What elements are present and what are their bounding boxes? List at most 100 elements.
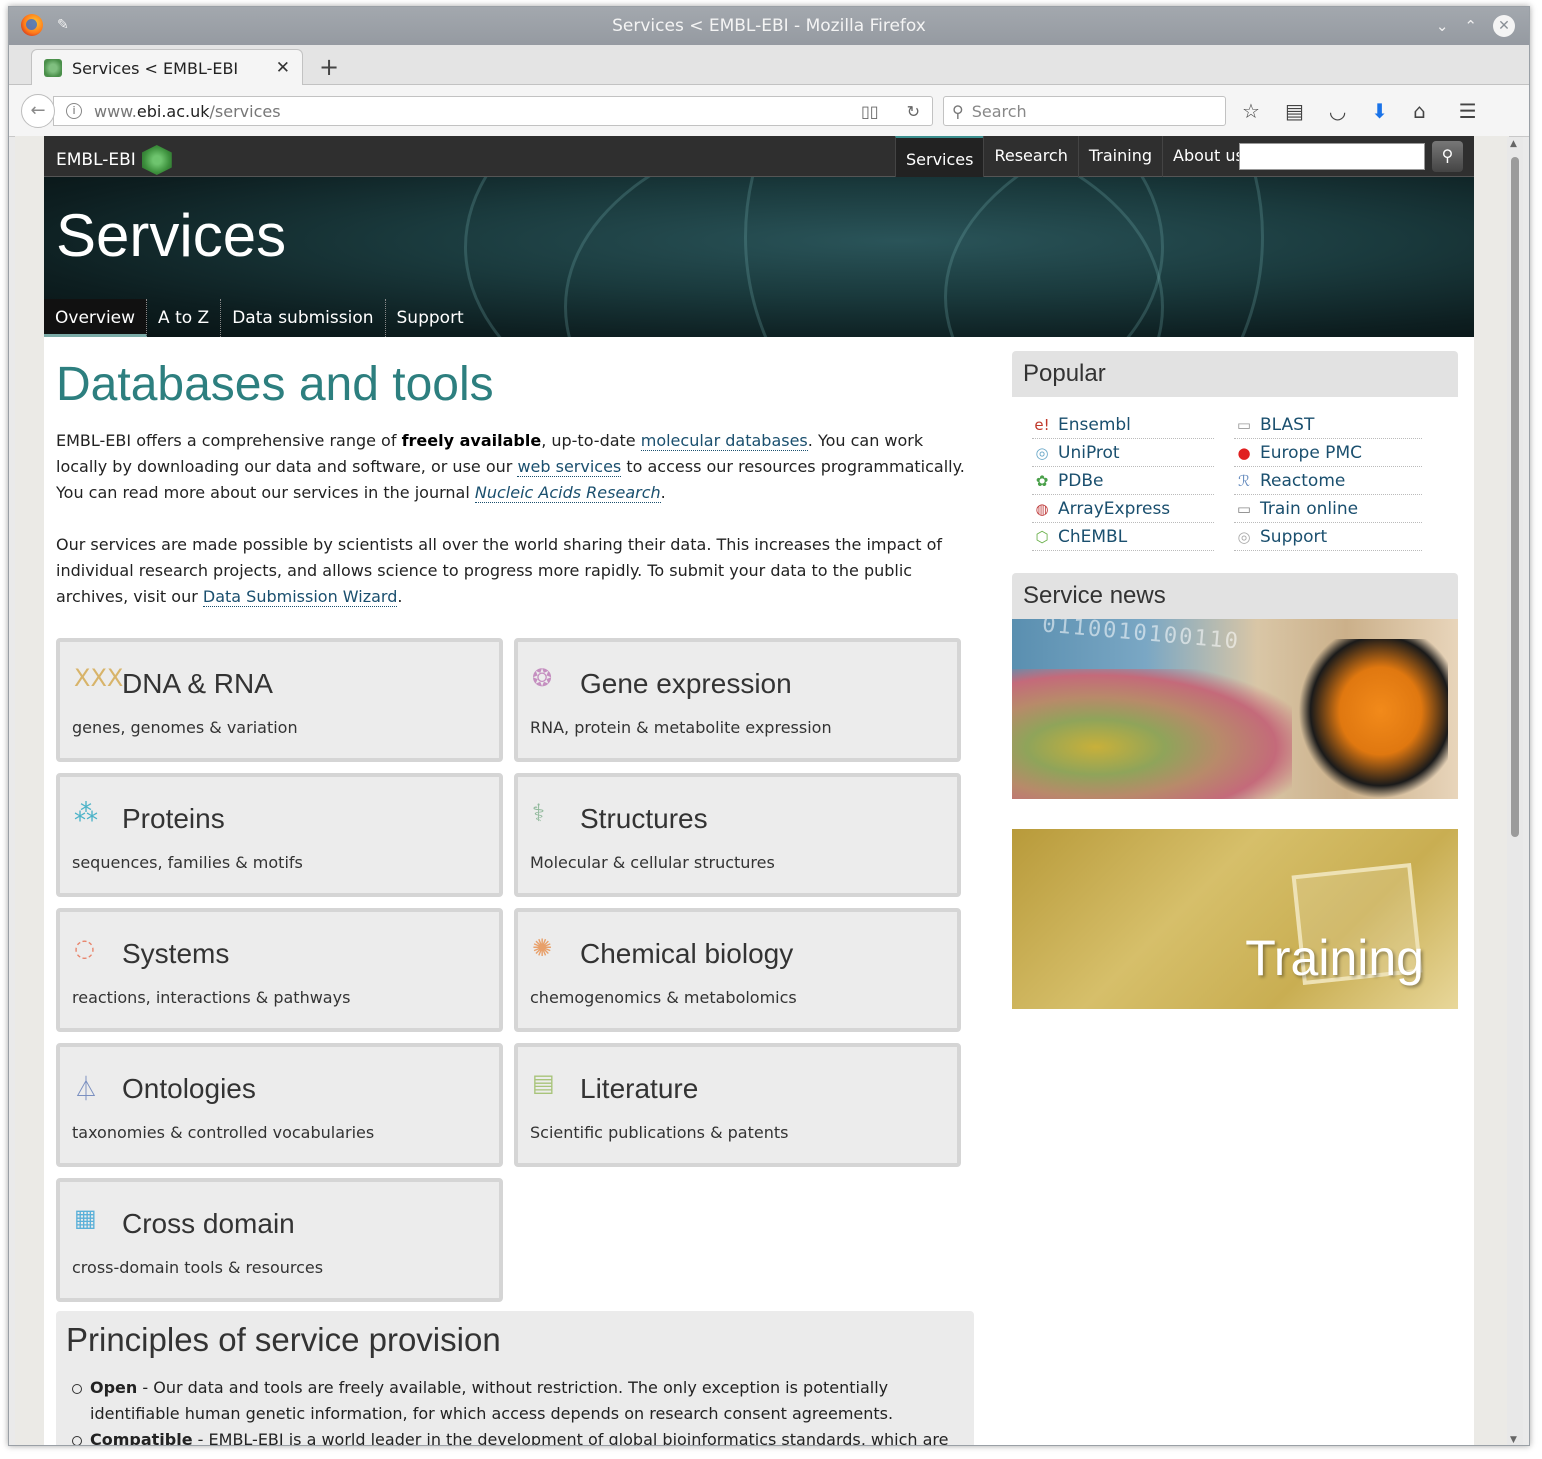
vertical-scrollbar[interactable]: ▲ ▼ xyxy=(1507,137,1523,1445)
subnav-a-to-z[interactable]: A to Z xyxy=(147,299,222,337)
pocket-icon[interactable]: ◡ xyxy=(1329,99,1346,123)
subnav-overview[interactable]: Overview xyxy=(44,299,148,337)
minimize-icon[interactable]: ⌄ xyxy=(1436,17,1449,35)
url-bar[interactable]: i www. ebi.ac.uk/services ▯▯ ↻ xyxy=(53,96,933,126)
search-input[interactable]: ⚲ Search xyxy=(943,96,1226,126)
reader-view-icon[interactable]: ▯▯ xyxy=(861,102,879,121)
text: . xyxy=(660,483,666,502)
scroll-up-icon[interactable]: ▲ xyxy=(1510,139,1517,149)
scroll-thumb[interactable] xyxy=(1511,157,1519,837)
downloads-icon[interactable]: ⬇ xyxy=(1371,99,1388,123)
subnav-support[interactable]: Support xyxy=(386,299,475,337)
category-subtitle: RNA, protein & metabolite expression xyxy=(530,718,832,737)
train-online-icon: ▭ xyxy=(1236,499,1252,518)
topnav-research[interactable]: Research xyxy=(983,136,1077,177)
molecular-databases-link[interactable]: molecular databases xyxy=(640,431,808,451)
category-card[interactable]: ◌ Systems reactions, interactions & pathwa… xyxy=(56,908,503,1032)
home-icon[interactable]: ⌂ xyxy=(1413,99,1426,123)
menu-icon[interactable]: ☰ xyxy=(1459,99,1477,123)
category-title: DNA & RNA xyxy=(122,668,273,699)
title-bar: ✎ Services < EMBL-EBI - Mozilla Firefox … xyxy=(9,7,1529,45)
popular-link[interactable]: ℛ Reactome xyxy=(1234,467,1422,495)
sub-nav: Overview A to Z Data submission Support xyxy=(44,299,475,337)
site-top-nav: EMBL-EBI Services Research Training Abou… xyxy=(44,136,1474,177)
popular-link[interactable]: ⬡ ChEMBL xyxy=(1032,523,1214,551)
training-label: Training xyxy=(1245,930,1424,986)
category-card[interactable]: ⁂ Proteins sequences, families & motifs xyxy=(56,773,503,897)
back-arrow-icon: ← xyxy=(30,100,46,121)
category-card[interactable]: ✺ Chemical biology chemogenomics & metabol… xyxy=(514,908,961,1032)
url-prefix: www. xyxy=(94,101,137,121)
category-card[interactable]: ⚕ Structures Molecular & cellular structur… xyxy=(514,773,961,897)
popular-heading: Popular xyxy=(1012,351,1458,397)
popular-link[interactable]: ◎ Support xyxy=(1234,523,1422,551)
category-card[interactable]: ▤ Literature Scientific publications & pat… xyxy=(514,1043,961,1167)
close-window-icon[interactable]: ✕ xyxy=(1493,15,1515,37)
category-card[interactable]: ▦ Cross domain cross-domain tools & resour… xyxy=(56,1178,503,1302)
support-icon: ◎ xyxy=(1237,527,1251,546)
service-news-image[interactable]: 0110010100110 xyxy=(1012,619,1458,799)
embl-ebi-logo[interactable]: EMBL-EBI xyxy=(56,145,172,175)
bookmark-star-icon[interactable]: ☆ xyxy=(1242,99,1260,123)
nar-link[interactable]: Nucleic Acids Research xyxy=(474,483,661,503)
sidebar: Popular e! Ensembl ◎ UniProt ✿ PDBe ◍ ArrayExpr… xyxy=(1012,351,1458,1009)
back-button[interactable]: ← xyxy=(21,94,55,128)
browser-window: ✎ Services < EMBL-EBI - Mozilla Firefox … xyxy=(8,6,1530,1446)
main-content: Databases and tools EMBL-EBI offers a co… xyxy=(56,337,976,1302)
embl-favicon-icon xyxy=(44,59,62,77)
web-services-link[interactable]: web services xyxy=(517,457,622,477)
principle-name: Compatible xyxy=(90,1430,193,1446)
proteins-icon: ⁂ xyxy=(74,799,98,827)
popular-list: e! Ensembl ◎ UniProt ✿ PDBe ◍ ArrayExpress ⬡ ChEM… xyxy=(1012,397,1458,557)
category-subtitle: Molecular & cellular structures xyxy=(530,853,775,872)
popular-link[interactable]: ● Europe PMC xyxy=(1234,439,1422,467)
topnav-services[interactable]: Services xyxy=(895,136,984,177)
page-viewport: EMBL-EBI Services Research Training Abou… xyxy=(15,136,1509,1446)
category-card[interactable]: ❂ Gene expression RNA, protein & metabolit… xyxy=(514,638,961,762)
chemical-biology-icon: ✺ xyxy=(532,934,553,962)
submission-paragraph: Our services are made possible by scient… xyxy=(56,532,976,610)
butterfly-graphic xyxy=(1298,639,1448,799)
dna-icon: ⅩⅩⅩ xyxy=(74,664,124,692)
principles-heading: Principles of service provision xyxy=(66,1321,501,1358)
principle-text: - Our data and tools are freely availabl… xyxy=(90,1378,894,1423)
training-banner[interactable]: Training xyxy=(1012,829,1458,1009)
site-search-input[interactable] xyxy=(1239,143,1425,170)
popular-link[interactable]: ◍ ArrayExpress xyxy=(1032,495,1214,523)
bookmarks-list-icon[interactable]: ▤ xyxy=(1285,99,1304,123)
category-card[interactable]: ⏃ Ontologies taxonomies & controlled vocab… xyxy=(56,1043,503,1167)
intro-paragraph: EMBL-EBI offers a comprehensive range of… xyxy=(56,428,976,506)
popular-link[interactable]: e! Ensembl xyxy=(1032,411,1214,439)
close-tab-icon[interactable]: ✕ xyxy=(276,58,290,78)
logo-text: EMBL-EBI xyxy=(56,150,136,170)
category-title: Cross domain xyxy=(122,1208,295,1239)
reload-icon[interactable]: ↻ xyxy=(907,102,920,121)
tab-label: Services < EMBL-EBI xyxy=(72,58,239,78)
europe-pmc-icon: ● xyxy=(1237,443,1251,462)
popular-link[interactable]: ▭ BLAST xyxy=(1234,411,1422,439)
principle-text: - EMBL-EBI is a world leader in the deve… xyxy=(197,1430,949,1446)
maximize-icon[interactable]: ⌃ xyxy=(1464,17,1477,35)
popular-link-label: ChEMBL xyxy=(1058,526,1128,547)
structures-icon: ⚕ xyxy=(532,799,545,827)
url-host: ebi.ac.uk xyxy=(136,101,210,121)
popular-link[interactable]: ◎ UniProt xyxy=(1032,439,1214,467)
popular-link[interactable]: ✿ PDBe xyxy=(1032,467,1214,495)
tab-services[interactable]: Services < EMBL-EBI ✕ xyxy=(31,49,303,86)
search-icon: ⚲ xyxy=(1441,146,1454,165)
subnav-data-submission[interactable]: Data submission xyxy=(221,299,386,337)
popular-link-label: Train online xyxy=(1260,498,1359,519)
category-card[interactable]: ⅩⅩⅩ DNA & RNA genes, genomes & variation xyxy=(56,638,503,762)
popular-link-label: Europe PMC xyxy=(1260,442,1362,463)
scroll-down-icon[interactable]: ▼ xyxy=(1510,1435,1517,1445)
topnav-training[interactable]: Training xyxy=(1077,136,1162,177)
url-path: /services xyxy=(209,101,281,121)
popular-link[interactable]: ▭ Train online xyxy=(1234,495,1422,523)
search-icon: ⚲ xyxy=(952,101,964,121)
site-info-icon[interactable]: i xyxy=(66,103,82,119)
nav-bar: i www. ebi.ac.uk/services ▯▯ ↻ ← ⚲ Search… xyxy=(9,85,1529,137)
data-submission-wizard-link[interactable]: Data Submission Wizard xyxy=(202,587,398,607)
new-tab-icon[interactable]: + xyxy=(319,53,339,81)
ensembl-icon: e! xyxy=(1034,415,1050,434)
site-search-button[interactable]: ⚲ xyxy=(1432,141,1463,172)
